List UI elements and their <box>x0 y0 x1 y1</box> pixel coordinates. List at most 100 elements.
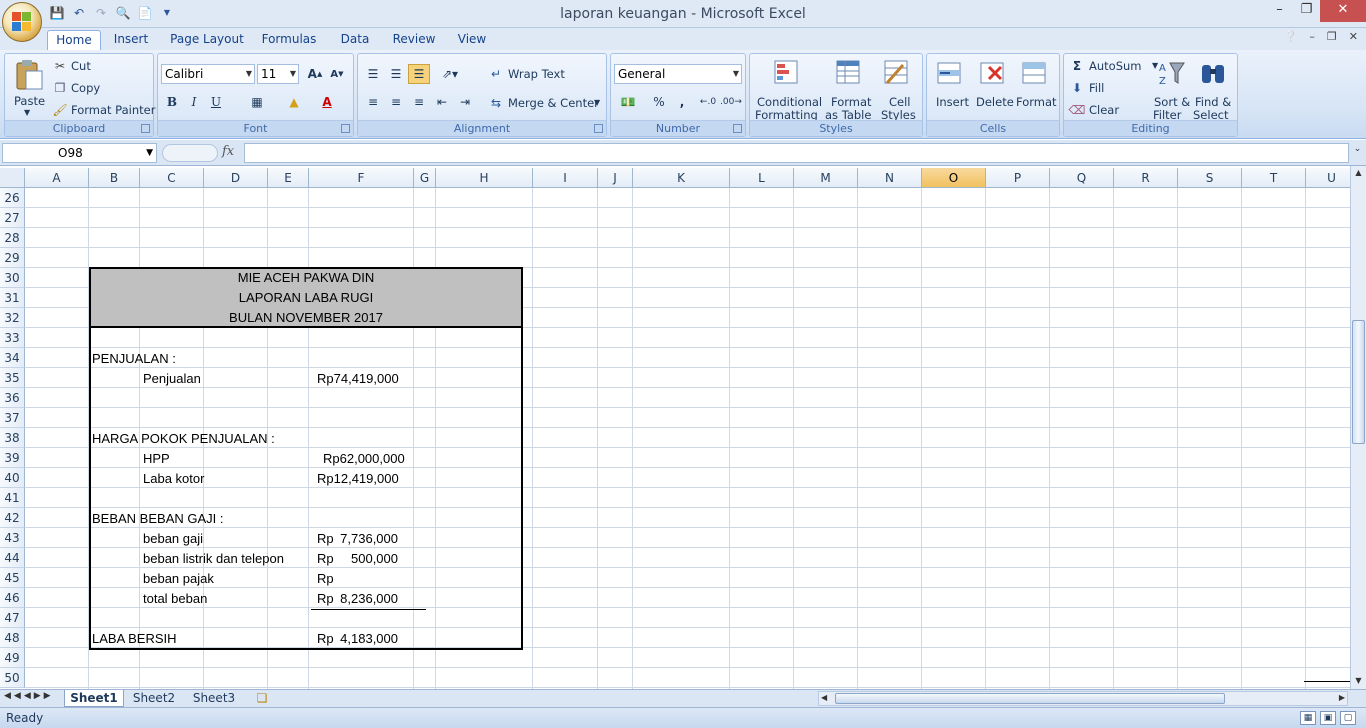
italic-button[interactable]: I <box>183 92 205 112</box>
row-header-38[interactable]: 38 <box>0 428 25 448</box>
delete-cells-icon[interactable] <box>978 58 1008 88</box>
paste-button[interactable]: Paste <box>14 94 45 108</box>
underline-button[interactable]: U <box>205 92 227 112</box>
increase-indent-icon[interactable]: ⇥ <box>454 92 476 112</box>
row-header-44[interactable]: 44 <box>0 548 25 568</box>
binoculars-icon[interactable] <box>1198 58 1228 88</box>
column-header-E[interactable]: E <box>268 168 309 188</box>
scroll-up-icon[interactable]: ▲ <box>1352 168 1365 180</box>
print-preview-icon[interactable]: 🔍 <box>114 4 132 22</box>
column-header-M[interactable]: M <box>794 168 858 188</box>
vertical-scrollbar[interactable]: ▲ ▼ <box>1350 166 1366 690</box>
vertical-scroll-thumb[interactable] <box>1352 320 1365 444</box>
fill-color-icon[interactable]: ▲ <box>283 92 305 112</box>
increase-decimal-icon[interactable]: ←.0 <box>697 92 719 112</box>
row-header-33[interactable]: 33 <box>0 328 25 348</box>
column-header-O[interactable]: O <box>922 168 986 188</box>
format-button[interactable]: Format <box>1016 95 1057 109</box>
column-header-C[interactable]: C <box>140 168 204 188</box>
scroll-down-icon[interactable]: ▼ <box>1352 676 1365 688</box>
align-left-icon[interactable]: ≡ <box>362 92 384 112</box>
format-as-table-icon[interactable] <box>834 58 864 88</box>
tab-insert[interactable]: Insert <box>108 30 154 50</box>
conditional-formatting-icon[interactable] <box>772 58 802 88</box>
column-header-F[interactable]: F <box>309 168 414 188</box>
font-color-icon[interactable]: A <box>316 92 338 112</box>
format-painter-button[interactable]: Format Painter <box>71 103 155 117</box>
sheet-tab-3[interactable]: Sheet3 <box>186 690 242 707</box>
column-header-B[interactable]: B <box>89 168 140 188</box>
column-header-S[interactable]: S <box>1178 168 1242 188</box>
font-name-combo[interactable]: Calibri ▼ <box>161 64 255 84</box>
column-header-I[interactable]: I <box>533 168 598 188</box>
row-header-36[interactable]: 36 <box>0 388 25 408</box>
row-header-45[interactable]: 45 <box>0 568 25 588</box>
orientation-icon[interactable]: ⇗▾ <box>436 64 464 84</box>
autosum-button[interactable]: AutoSum <box>1089 59 1142 73</box>
column-header-U[interactable]: U <box>1306 168 1350 188</box>
tab-home[interactable]: Home <box>47 30 101 51</box>
column-header-H[interactable]: H <box>436 168 533 188</box>
merge-center-button[interactable]: Merge & Center <box>508 96 599 110</box>
row-header-26[interactable]: 26 <box>0 188 25 208</box>
sort-filter-icon[interactable]: AZ <box>1157 58 1187 88</box>
number-format-combo[interactable]: General ▼ <box>614 64 742 84</box>
row-header-35[interactable]: 35 <box>0 368 25 388</box>
format-cells-icon[interactable] <box>1020 58 1050 88</box>
restore-icon[interactable]: ❐ <box>1293 0 1320 22</box>
normal-view-icon[interactable]: ▦ <box>1300 711 1316 725</box>
formula-input[interactable] <box>244 143 1349 163</box>
select-all-corner[interactable] <box>0 168 25 188</box>
scroll-left-icon[interactable]: ◀ <box>821 693 827 702</box>
comma-style-button[interactable]: , <box>671 92 693 112</box>
find-select-label-1[interactable]: Find & <box>1195 95 1231 109</box>
paste-dropdown-icon[interactable]: ▼ <box>24 108 30 117</box>
column-header-N[interactable]: N <box>858 168 922 188</box>
insert-function-button[interactable]: fx <box>222 144 234 159</box>
worksheet-grid[interactable]: A B C D E F G H I J K L M N O P Q R S T U 26 27 28 29 30 31 32 33 34 3… <box>0 168 1350 689</box>
clipboard-launcher-icon[interactable] <box>141 124 150 133</box>
row-header-50[interactable]: 50 <box>0 668 25 688</box>
redo-icon[interactable]: ↷ <box>92 4 110 22</box>
column-header-Q[interactable]: Q <box>1050 168 1114 188</box>
column-header-L[interactable]: L <box>730 168 794 188</box>
sheet-nav-icon[interactable]: ◀◀◀▶▶ <box>4 691 54 701</box>
page-layout-view-icon[interactable]: ▣ <box>1320 711 1336 725</box>
tab-page-layout[interactable]: Page Layout <box>166 30 248 50</box>
row-header-34[interactable]: 34 <box>0 348 25 368</box>
cut-button[interactable]: Cut <box>71 59 91 73</box>
column-header-T[interactable]: T <box>1242 168 1306 188</box>
insert-sheet-icon[interactable]: ❏ <box>250 690 274 707</box>
column-header-R[interactable]: R <box>1114 168 1178 188</box>
undo-icon[interactable]: ↶ <box>70 4 88 22</box>
sort-filter-label-1[interactable]: Sort & <box>1154 95 1190 109</box>
row-header-48[interactable]: 48 <box>0 628 25 648</box>
merge-dropdown-icon[interactable]: ▼ <box>594 98 600 107</box>
column-header-A[interactable]: A <box>25 168 89 188</box>
shrink-font-button[interactable]: A ▼ <box>326 64 348 84</box>
new-document-icon[interactable]: 📄 <box>136 4 154 22</box>
sheet-tab-1[interactable]: Sheet1 <box>64 690 124 707</box>
insert-button[interactable]: Insert <box>936 95 969 109</box>
scroll-right-icon[interactable]: ▶ <box>1339 693 1345 702</box>
column-header-G[interactable]: G <box>414 168 436 188</box>
row-header-32[interactable]: 32 <box>0 308 25 328</box>
accounting-format-icon[interactable]: 💵 <box>614 92 642 112</box>
expand-formula-icon[interactable]: ⌄ <box>1351 144 1364 162</box>
font-launcher-icon[interactable] <box>341 124 350 133</box>
align-bottom-icon[interactable]: ☰ <box>408 64 430 84</box>
minimize-icon[interactable]: – <box>1266 0 1293 22</box>
alignment-launcher-icon[interactable] <box>594 124 603 133</box>
name-box[interactable]: O98 ▼ <box>2 143 157 163</box>
align-right-icon[interactable]: ≡ <box>408 92 430 112</box>
customize-qat-icon[interactable]: ▼ <box>158 4 176 22</box>
horizontal-scroll-thumb[interactable] <box>835 693 1225 704</box>
fill-button[interactable]: Fill <box>1089 81 1104 95</box>
bold-button[interactable]: B <box>161 92 183 112</box>
wb-minimize-icon[interactable]: – <box>1309 30 1315 43</box>
page-break-view-icon[interactable]: ▢ <box>1340 711 1356 725</box>
tab-data[interactable]: Data <box>334 30 376 50</box>
row-header-39[interactable]: 39 <box>0 448 25 468</box>
row-header-30[interactable]: 30 <box>0 268 25 288</box>
row-header-41[interactable]: 41 <box>0 488 25 508</box>
